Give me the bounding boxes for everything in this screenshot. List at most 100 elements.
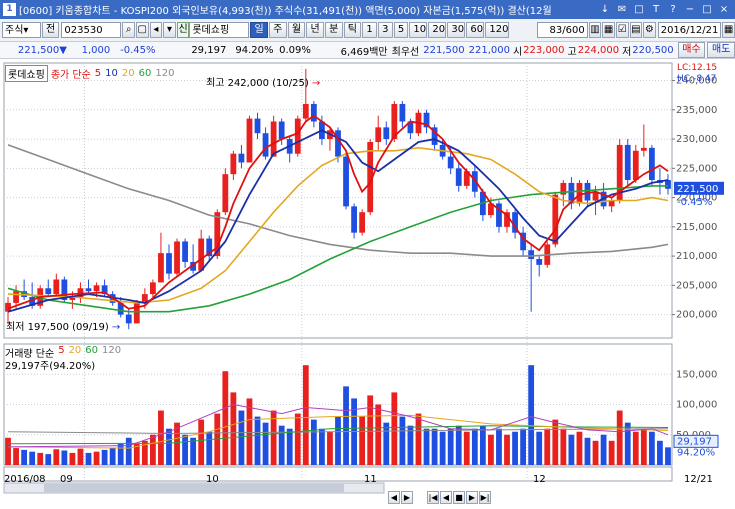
interval-10[interactable]: 10 <box>409 22 428 38</box>
gear-icon[interactable]: ⚙ <box>643 22 656 38</box>
window-icon[interactable]: □ <box>632 3 646 16</box>
interval-120[interactable]: 120 <box>485 22 510 38</box>
tab-week[interactable]: 주 <box>268 22 287 38</box>
stock-chart[interactable]: 200,000205,000210,000215,000220,000225,0… <box>0 60 735 509</box>
candle-body <box>302 103 309 119</box>
date-label-oct: 10 <box>206 474 219 485</box>
volume-bar <box>665 447 671 465</box>
candle-body <box>528 250 535 260</box>
download-icon[interactable]: ↓ <box>598 3 612 16</box>
close-icon[interactable]: × <box>717 3 731 16</box>
candle-body <box>584 182 591 201</box>
open-price: 223,000 <box>523 44 565 56</box>
volume-bar <box>13 448 19 465</box>
candle-body <box>455 168 462 186</box>
volume-bar <box>359 416 366 465</box>
volume-bar <box>166 428 172 465</box>
current-volume-pct-tag: 94.20% <box>677 447 715 458</box>
volume-bar <box>568 434 575 465</box>
ma120-label: 120 <box>155 68 175 79</box>
max-price-text: 최고 242,000 (10/25) <box>206 78 309 89</box>
title-bar: 1 [0600] 키움종합차트 - KOSPI200 외국인보유(4,993(천… <box>0 0 735 19</box>
date-label-nov: 11 <box>364 474 377 485</box>
last-button[interactable]: ▶| <box>479 491 491 504</box>
tab-tick[interactable]: 틱 <box>343 22 362 38</box>
interval-20[interactable]: 20 <box>428 22 447 38</box>
scroll-right-button[interactable]: ▶ <box>401 491 413 504</box>
mail-icon[interactable]: ✉ <box>615 3 629 16</box>
count-field[interactable]: 83/600 <box>537 22 588 38</box>
vma120-label: 120 <box>102 345 122 356</box>
window-controls: ↓ ✉ □ T ? − □ × <box>595 3 731 16</box>
prev-button[interactable]: ◀ <box>440 491 452 504</box>
candle-body <box>270 121 277 157</box>
volume-ratio: 94.20% <box>235 44 274 56</box>
candle-body <box>310 103 317 122</box>
minimize-icon[interactable]: − <box>683 3 697 16</box>
date-field[interactable]: 2016/12/21 <box>657 22 722 38</box>
volume-bar <box>149 434 156 465</box>
candle-body <box>166 253 172 274</box>
calendar-icon[interactable]: ▦ <box>722 22 735 38</box>
candle-body <box>536 259 543 265</box>
candle-body <box>125 314 132 324</box>
help-icon[interactable]: ? <box>666 3 680 16</box>
volume-bar <box>560 428 567 465</box>
volume-bar <box>383 422 390 465</box>
chart-icon[interactable]: ▥ <box>588 22 602 38</box>
candle-body <box>149 282 156 295</box>
price-change-pct: -0.45% <box>120 44 156 56</box>
tab-month[interactable]: 월 <box>287 22 306 38</box>
date-label-current: 12/21 <box>684 474 713 485</box>
interval-5[interactable]: 5 <box>393 22 409 38</box>
volume-bar <box>447 428 454 465</box>
volume-bar <box>319 428 325 465</box>
buy-button[interactable]: 매수 <box>677 42 706 58</box>
low-price: 220,500 <box>632 44 674 56</box>
search-icon[interactable]: ⌕ <box>122 22 135 38</box>
first-button[interactable]: |◀ <box>427 491 439 504</box>
max-price-annotation: 최고 242,000 (10/25) → <box>206 78 321 89</box>
speaker-icon[interactable]: ◂ <box>149 22 163 38</box>
ma5-label: 5 <box>94 68 102 79</box>
price-pane-legend: 롯데쇼핑 종가 단순 5 10 20 60 120 <box>5 65 174 82</box>
interval-60[interactable]: 60 <box>466 22 485 38</box>
candle-body <box>624 144 631 181</box>
volume-bar <box>246 398 253 465</box>
dropdown-icon[interactable]: ▾ <box>163 22 176 38</box>
candle-body <box>85 288 92 292</box>
candle-body <box>632 150 639 181</box>
next-button[interactable]: ▶ <box>466 491 478 504</box>
all-button[interactable]: 전 <box>41 22 60 38</box>
candle-body <box>174 241 180 274</box>
check-icon[interactable]: ☑ <box>615 22 629 38</box>
sell-button[interactable]: 매도 <box>707 42 735 58</box>
trade-amount: 6,469백만 <box>340 46 388 58</box>
text-icon[interactable]: T <box>649 3 663 16</box>
scroll-left-button[interactable]: ◀ <box>388 491 400 504</box>
best-bid: 221,000 <box>468 44 510 56</box>
volume-bar <box>512 431 518 465</box>
lock-icon[interactable]: ▢ <box>135 22 149 38</box>
ma20-label: 20 <box>121 68 135 79</box>
tab-minute[interactable]: 분 <box>324 22 343 38</box>
interval-1[interactable]: 1 <box>362 22 377 38</box>
save-icon[interactable]: ▤ <box>629 22 643 38</box>
min-price-annotation: 최저 197,500 (09/19) → <box>6 322 121 333</box>
maximize-icon[interactable]: □ <box>700 3 714 16</box>
market-select[interactable]: 주식▾ <box>2 22 41 38</box>
stop-button[interactable]: ■ <box>453 491 465 504</box>
candle-body <box>53 279 60 295</box>
tab-year[interactable]: 년 <box>306 22 324 38</box>
candle-body <box>230 153 237 175</box>
tab-day[interactable]: 일 <box>250 22 268 38</box>
market-select-value: 주식 <box>5 25 24 36</box>
candle-body <box>158 253 164 283</box>
interval-3[interactable]: 3 <box>377 22 393 38</box>
scrollbar-thumb[interactable] <box>44 484 344 492</box>
interval-30[interactable]: 30 <box>447 22 466 38</box>
grid-icon[interactable]: ▦ <box>602 22 615 38</box>
volume-bar <box>608 440 615 465</box>
candle-body <box>294 118 301 154</box>
stock-code-input[interactable]: 023530 <box>61 22 122 38</box>
